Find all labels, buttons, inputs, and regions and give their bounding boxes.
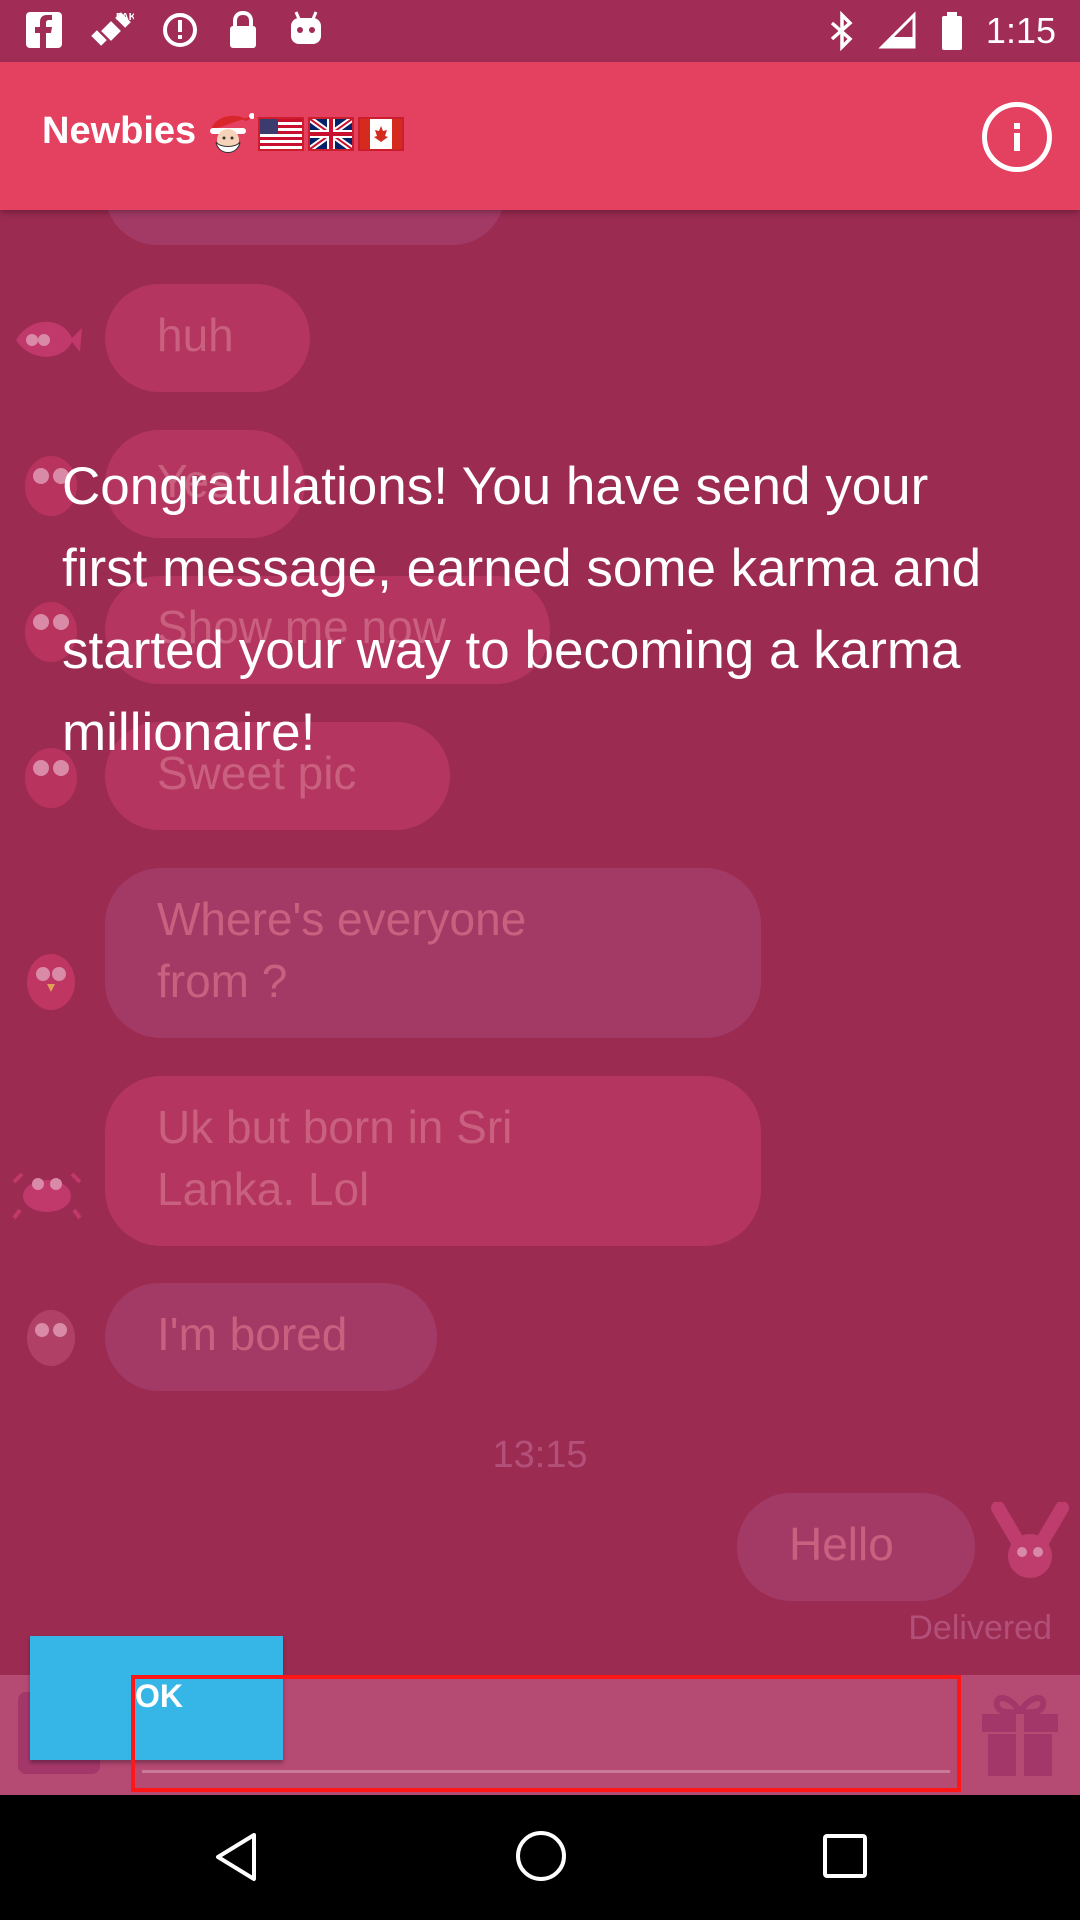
android-icon: [291, 11, 321, 44]
santa-emoji-icon: [210, 113, 254, 153]
gift-icon[interactable]: [978, 1690, 1062, 1778]
svg-text:FAKE: FAKE: [116, 12, 134, 23]
us-flag-icon: [258, 117, 304, 151]
own-message-bubble[interactable]: Hello: [737, 1493, 975, 1601]
message-text: Where's everyone from ?: [157, 893, 527, 1007]
tutorial-message: Congratulations! You have send your firs…: [62, 457, 982, 762]
home-icon[interactable]: [514, 1829, 568, 1883]
back-icon[interactable]: [212, 1831, 260, 1883]
crab-avatar-icon: [12, 1172, 82, 1220]
message-text: Uk but born in Sri Lanka. Lol: [157, 1101, 513, 1215]
fake-gps-icon: FAKE: [91, 12, 134, 46]
info-icon: [1014, 123, 1020, 151]
bunny-avatar-icon: [991, 1502, 1069, 1578]
chat-messages[interactable]: huh Yes Show me now Sweet pic Where's ev…: [0, 210, 1080, 1675]
navigation-bar: [0, 1795, 1080, 1920]
recents-icon[interactable]: [822, 1833, 868, 1879]
message-text: I'm bored: [157, 1308, 348, 1360]
status-icons-right: 1:15: [828, 10, 1056, 52]
bluetooth-icon: [830, 11, 853, 51]
delivered-status: Delivered: [908, 1609, 1052, 1647]
chat-room-title[interactable]: Newbies: [42, 110, 196, 153]
uk-flag-icon: [308, 117, 354, 151]
message-bubble[interactable]: Uk but born in Sri Lanka. Lol: [105, 1076, 761, 1246]
lock-icon: [230, 10, 256, 48]
own-message-text: Hello: [789, 1518, 894, 1570]
facebook-icon: [26, 12, 62, 48]
chat-header: Newbies: [0, 62, 1080, 210]
status-icons-left: FAKE: [24, 10, 326, 50]
battery-icon: [941, 12, 962, 50]
no-signal-icon: [878, 11, 916, 49]
timestamp-label: 13:15: [492, 1434, 588, 1476]
message-bubble-partial: [105, 210, 505, 245]
message-bubble[interactable]: huh: [105, 284, 310, 392]
owl-avatar-icon: [27, 1310, 75, 1366]
bird-avatar-icon: [27, 954, 75, 1010]
info-button[interactable]: [982, 102, 1052, 172]
fish-avatar-icon: [16, 321, 82, 357]
status-bar: FAKE 1:15: [0, 0, 1080, 62]
title-decoration: [206, 112, 404, 156]
status-time: 1:15: [985, 10, 1056, 51]
message-text: huh: [157, 309, 234, 361]
data-saver-icon: [163, 13, 197, 47]
input-highlight-frame: [131, 1675, 961, 1792]
message-bubble[interactable]: Where's everyone from ?: [105, 868, 761, 1038]
message-bubble[interactable]: I'm bored: [105, 1283, 437, 1391]
canada-flag-icon: [358, 117, 404, 151]
